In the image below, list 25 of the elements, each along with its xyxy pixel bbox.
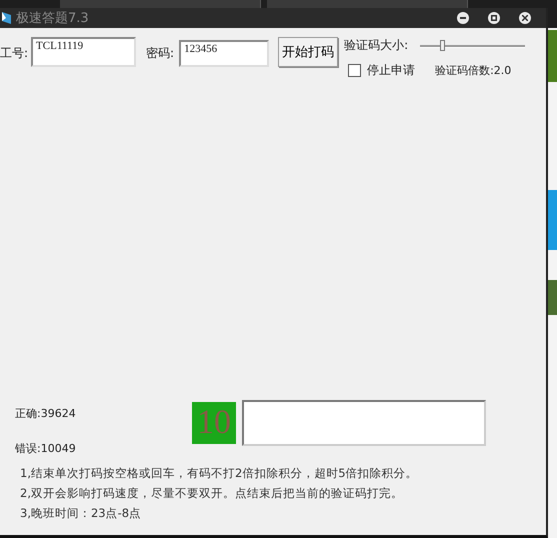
multiplier-text: 验证码倍数:2.0 <box>435 63 512 78</box>
instruction-text: 1,结束单次打码按空格或回车，有码不打2倍扣除积分，超时5倍扣除积分。 <box>20 466 419 481</box>
slider-thumb[interactable] <box>440 40 446 51</box>
captcha-size-label: 验证码大小: <box>344 37 408 54</box>
stop-request-label: 停止申请 <box>367 62 416 79</box>
maximize-icon <box>491 15 497 21</box>
countdown: 10 <box>192 402 236 444</box>
maximize-button[interactable] <box>488 12 500 24</box>
password-field[interactable]: 123456 <box>179 40 270 67</box>
user-field[interactable]: TCL11119 <box>31 37 136 67</box>
start-button[interactable]: 开始打码 <box>278 37 338 67</box>
wrong-count: 错误:10049 <box>15 441 77 456</box>
minimize-button[interactable] <box>457 12 469 24</box>
close-icon <box>522 15 528 21</box>
correct-count: 正确:39624 <box>15 406 77 421</box>
password-label: 密码: <box>146 45 174 62</box>
window-title: 极速答题7.3 <box>16 10 90 27</box>
close-button[interactable] <box>519 12 531 24</box>
answer-field[interactable] <box>242 400 486 446</box>
user-label: 工号: <box>0 45 28 62</box>
app-logo-icon <box>0 10 12 26</box>
instruction-text: 2,双开会影响打码速度，尽量不要双开。点结束后把当前的验证码打完。 <box>20 486 404 501</box>
minimize-icon <box>460 17 466 19</box>
stop-checkbox[interactable] <box>348 64 362 77</box>
instruction-text: 3,晚班时间：23点-8点 <box>20 506 142 521</box>
